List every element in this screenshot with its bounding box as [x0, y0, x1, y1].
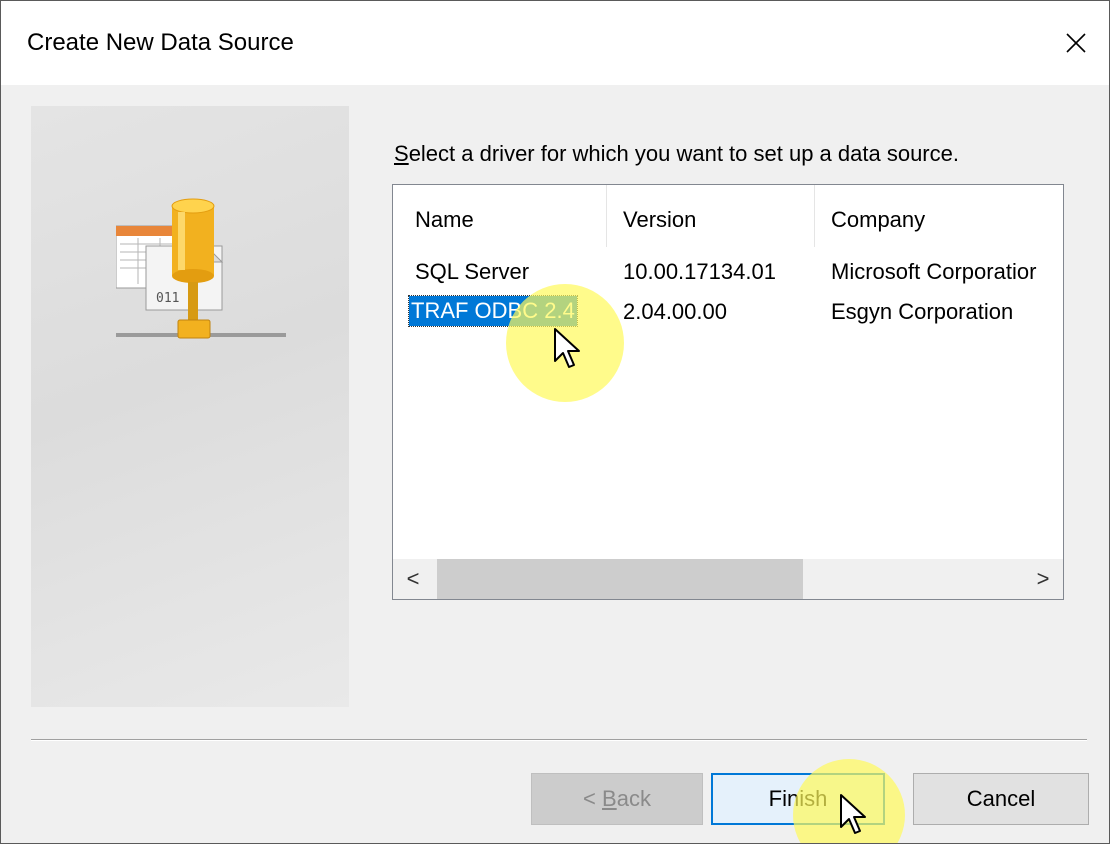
title-bar: Create New Data Source [1, 1, 1109, 85]
driver-list[interactable]: Name Version Company SQL Server 10.00.17… [392, 184, 1064, 600]
driver-version: 2.04.00.00 [623, 299, 727, 324]
svg-text:011: 011 [156, 291, 179, 306]
odbc-data-source-icon: 011 [116, 198, 286, 339]
column-header-name[interactable]: Name [415, 207, 474, 233]
back-button-prefix: < [583, 786, 603, 811]
column-header-company[interactable]: Company [831, 207, 925, 233]
window-title: Create New Data Source [27, 29, 294, 56]
finish-button[interactable]: Finish [711, 773, 885, 825]
create-new-data-source-dialog: Create New Data Source 011 Select a driv… [0, 0, 1110, 844]
back-button[interactable]: < Back [531, 773, 703, 825]
column-separator[interactable] [606, 185, 607, 247]
back-button-rest: ack [616, 786, 651, 811]
button-area-divider [31, 739, 1087, 741]
scroll-right-icon: > [1036, 566, 1050, 591]
instruction-rest: elect a driver for which you want to set… [408, 141, 959, 166]
back-button-mnemonic: B [602, 786, 617, 811]
instruction-text: Select a driver for which you want to se… [394, 141, 959, 167]
scrollbar-thumb[interactable] [437, 559, 803, 599]
cancel-button-label: Cancel [966, 786, 1036, 811]
close-icon [1066, 33, 1086, 53]
scroll-left-button[interactable]: < [393, 559, 433, 599]
instruction-mnemonic: S [394, 141, 409, 166]
cancel-button[interactable]: Cancel [913, 773, 1089, 825]
column-header-version[interactable]: Version [623, 207, 696, 233]
list-header: Name Version Company [393, 185, 1063, 247]
scroll-right-button[interactable]: > [1023, 559, 1063, 599]
close-button[interactable] [1043, 1, 1109, 85]
wizard-side-panel: 011 [31, 106, 349, 707]
finish-button-label: Finish [768, 786, 828, 811]
driver-name: SQL Server [415, 259, 530, 284]
driver-name: TRAF ODBC 2.4 [408, 295, 578, 327]
horizontal-scrollbar[interactable]: < > [393, 559, 1063, 599]
column-separator[interactable] [814, 185, 815, 247]
driver-row[interactable]: SQL Server 10.00.17134.01 Microsoft Corp… [393, 255, 1063, 295]
driver-version: 10.00.17134.01 [623, 259, 776, 284]
driver-row-selected[interactable]: TRAF ODBC 2.4 2.04.00.00 Esgyn Corporati… [393, 295, 1063, 335]
driver-company: Esgyn Corporation [831, 299, 1014, 324]
driver-company: Microsoft Corporatior [831, 259, 1037, 284]
scroll-left-icon: < [406, 566, 420, 591]
